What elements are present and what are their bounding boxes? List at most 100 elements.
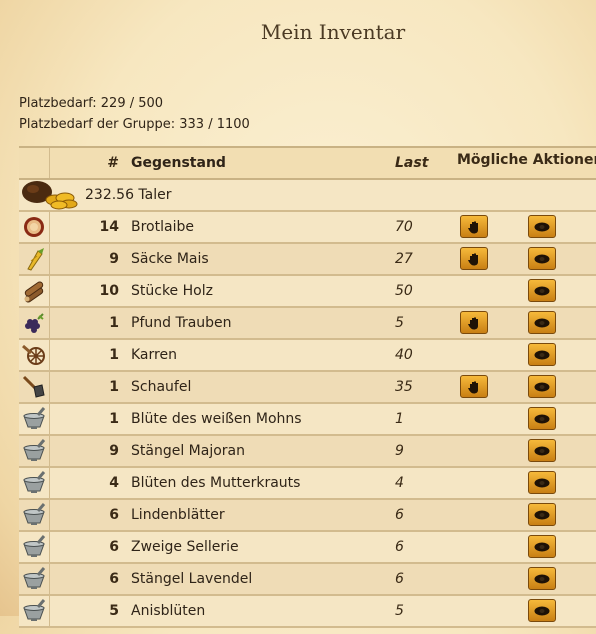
use-item-button[interactable] bbox=[460, 375, 488, 398]
view-item-button[interactable] bbox=[528, 503, 556, 526]
item-name: Stücke Holz bbox=[131, 283, 213, 299]
item-load: 27 bbox=[395, 251, 413, 267]
wood-icon bbox=[22, 279, 46, 303]
item-name: Stängel Majoran bbox=[131, 443, 245, 459]
view-item-button[interactable] bbox=[528, 471, 556, 494]
header-number: # bbox=[107, 155, 119, 171]
item-load: 70 bbox=[395, 219, 413, 235]
view-item-button[interactable] bbox=[528, 535, 556, 558]
item-icon-cell bbox=[19, 468, 50, 498]
grapes-icon bbox=[22, 311, 46, 335]
shovel-icon bbox=[22, 375, 46, 399]
item-name: Brotlaibe bbox=[131, 219, 194, 235]
inventory-table: # Gegenstand Last Mögliche Aktionen 232.… bbox=[19, 146, 596, 628]
currency-row: 232.56 Taler bbox=[19, 180, 596, 212]
item-count: 6 bbox=[109, 507, 119, 523]
mortar-icon bbox=[22, 535, 46, 559]
item-count: 4 bbox=[109, 475, 119, 491]
item-count: 1 bbox=[109, 379, 119, 395]
item-icon-cell bbox=[19, 340, 50, 370]
table-row: 6 Stängel Lavendel 6 bbox=[19, 564, 596, 596]
table-row: 1 Blüte des weißen Mohns 1 bbox=[19, 404, 596, 436]
table-row: 9 Stängel Majoran 9 bbox=[19, 436, 596, 468]
item-icon-cell bbox=[19, 532, 50, 562]
eye-icon bbox=[534, 542, 550, 552]
item-count: 6 bbox=[109, 571, 119, 587]
item-count: 10 bbox=[99, 283, 119, 299]
eye-icon bbox=[534, 286, 550, 296]
header-item: Gegenstand bbox=[131, 155, 226, 171]
table-row: 14 Brotlaibe 70 bbox=[19, 212, 596, 244]
mortar-icon bbox=[22, 599, 46, 623]
use-item-button[interactable] bbox=[460, 215, 488, 238]
view-item-button[interactable] bbox=[528, 375, 556, 398]
mortar-icon bbox=[22, 567, 46, 591]
table-header: # Gegenstand Last Mögliche Aktionen bbox=[19, 148, 596, 180]
view-item-button[interactable] bbox=[528, 215, 556, 238]
item-count: 5 bbox=[109, 603, 119, 619]
item-load: 5 bbox=[395, 603, 404, 619]
item-load: 9 bbox=[395, 443, 404, 459]
item-name: Blüten des Mutterkrauts bbox=[131, 475, 301, 491]
money-bag-icon bbox=[22, 181, 78, 210]
table-row: 1 Karren 40 bbox=[19, 340, 596, 372]
view-item-button[interactable] bbox=[528, 279, 556, 302]
hand-icon bbox=[467, 316, 481, 330]
view-item-button[interactable] bbox=[528, 247, 556, 270]
item-load: 5 bbox=[395, 315, 404, 331]
eye-icon bbox=[534, 478, 550, 488]
view-item-button[interactable] bbox=[528, 311, 556, 334]
header-icon-cell bbox=[19, 148, 50, 178]
eye-icon bbox=[534, 414, 550, 424]
eye-icon bbox=[534, 574, 550, 584]
item-icon-cell bbox=[19, 212, 50, 242]
item-name: Lindenblätter bbox=[131, 507, 225, 523]
item-icon-cell bbox=[19, 596, 50, 626]
use-item-button[interactable] bbox=[460, 247, 488, 270]
view-item-button[interactable] bbox=[528, 567, 556, 590]
table-row: 5 Anisblüten 5 bbox=[19, 596, 596, 628]
bread-icon bbox=[22, 215, 46, 239]
item-count: 9 bbox=[109, 251, 119, 267]
item-name: Zweige Sellerie bbox=[131, 539, 239, 555]
inventory-stats: Platzbedarf: 229 / 500 Platzbedarf der G… bbox=[19, 93, 250, 135]
header-actions: Mögliche Aktionen bbox=[457, 152, 596, 168]
corn-icon bbox=[22, 247, 46, 271]
eye-icon bbox=[534, 446, 550, 456]
eye-icon bbox=[534, 222, 550, 232]
item-icon-cell bbox=[19, 564, 50, 594]
group-capacity-text: Platzbedarf der Gruppe: 333 / 1100 bbox=[19, 117, 250, 132]
item-count: 9 bbox=[109, 443, 119, 459]
table-row: 1 Schaufel 35 bbox=[19, 372, 596, 404]
mortar-icon bbox=[22, 407, 46, 431]
eye-icon bbox=[534, 318, 550, 328]
view-item-button[interactable] bbox=[528, 407, 556, 430]
hand-icon bbox=[467, 252, 481, 266]
item-count: 1 bbox=[109, 315, 119, 331]
eye-icon bbox=[534, 350, 550, 360]
mortar-icon bbox=[22, 503, 46, 527]
item-icon-cell bbox=[19, 372, 50, 402]
item-name: Schaufel bbox=[131, 379, 192, 395]
view-item-button[interactable] bbox=[528, 599, 556, 622]
eye-icon bbox=[534, 382, 550, 392]
view-item-button[interactable] bbox=[528, 343, 556, 366]
table-row: 4 Blüten des Mutterkrauts 4 bbox=[19, 468, 596, 500]
view-item-button[interactable] bbox=[528, 439, 556, 462]
table-row: 1 Pfund Trauben 5 bbox=[19, 308, 596, 340]
item-load: 40 bbox=[395, 347, 413, 363]
item-name: Säcke Mais bbox=[131, 251, 209, 267]
table-row: 9 Säcke Mais 27 bbox=[19, 244, 596, 276]
item-load: 35 bbox=[395, 379, 413, 395]
eye-icon bbox=[534, 254, 550, 264]
item-load: 6 bbox=[395, 539, 404, 555]
use-item-button[interactable] bbox=[460, 311, 488, 334]
item-name: Karren bbox=[131, 347, 177, 363]
item-icon-cell bbox=[19, 500, 50, 530]
item-load: 50 bbox=[395, 283, 413, 299]
item-icon-cell bbox=[19, 404, 50, 434]
cart-icon bbox=[22, 343, 46, 367]
item-name: Stängel Lavendel bbox=[131, 571, 253, 587]
item-icon-cell bbox=[19, 244, 50, 274]
item-icon-cell bbox=[19, 436, 50, 466]
